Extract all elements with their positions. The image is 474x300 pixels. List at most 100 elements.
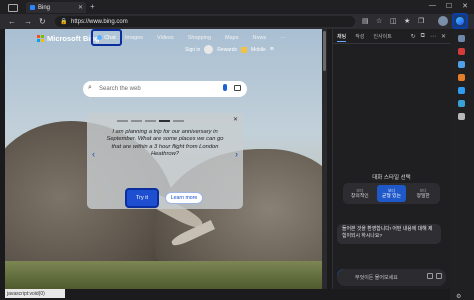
style-precise-button[interactable]: 보다 정밀한 [408,185,438,202]
scrollbar-thumb[interactable] [323,31,326,71]
style-creative-button[interactable]: 보다 창의적인 [345,185,375,202]
url-text: https://www.bing.com [71,18,128,25]
nav-videos[interactable]: Videos [157,35,174,41]
nav-news[interactable]: News [252,35,266,41]
pane-tabs: 채팅 작성 인사이트 [337,33,392,42]
sidebar-settings-icon[interactable]: ⚙ [456,293,461,300]
background-grass [5,261,327,289]
rewards-trophy-icon[interactable] [241,46,248,53]
progress-dot-active [159,120,170,122]
tools-icon[interactable] [458,61,465,68]
microphone-icon[interactable] [223,84,227,91]
mic-icon[interactable] [436,273,442,279]
bing-page: Microsoft Bing Images Videos Shopping Ma… [5,29,327,289]
pane-actions: ↻ ⧉ ⋯ ✕ [411,33,446,40]
back-icon[interactable]: ← [8,17,16,26]
conversation-style-selector: 보다 창의적인 보다 균형 있는 보다 정밀한 [343,183,440,204]
chat-input-placeholder: 무엇이든 물어보세요 [355,275,398,281]
rewards-link[interactable]: Rewards [217,47,237,53]
address-bar[interactable]: 🔒 https://www.bing.com [55,16,355,27]
sign-in-link[interactable]: Sign in [185,47,200,53]
add-app-icon[interactable] [458,113,465,120]
close-pane-icon[interactable]: ✕ [441,33,446,40]
search-rail-icon[interactable] [458,35,465,42]
hamburger-menu-icon[interactable]: ≡ [270,46,274,53]
split-screen-icon[interactable]: ◫ [390,17,397,25]
favorite-icon[interactable]: ☆ [376,17,382,25]
try-it-button[interactable]: Try it [125,188,159,208]
visual-search-icon[interactable] [234,85,241,91]
tab-bing[interactable]: Bing ✕ [26,2,86,13]
divider [333,43,450,44]
style-balanced-button[interactable]: 보다 균형 있는 [376,185,407,202]
tab-compose[interactable]: 작성 [355,33,364,42]
learn-more-button[interactable]: Learn more [165,192,203,204]
nav-maps[interactable]: Maps [225,35,238,41]
account-area: Sign in Rewards Mobile ≡ [185,45,274,54]
nav-chat[interactable]: Chat [91,29,122,46]
style-label: 창의적인 [351,193,369,199]
chat-promo-card: ✕ ‹ › I am planning a trip for our anniv… [87,113,243,209]
favorites-icon[interactable]: ★ [404,17,410,25]
lock-icon[interactable]: 🔒 [60,18,67,25]
chat-input[interactable]: 무엇이든 물어보세요 [337,269,446,286]
maximize-icon[interactable]: ☐ [446,2,452,10]
outlook-icon[interactable] [458,100,465,107]
carousel-progress [117,120,184,122]
tab-title: Bing [38,4,51,11]
minimize-icon[interactable]: — [429,2,436,10]
close-tab-icon[interactable]: ✕ [78,4,83,11]
tab-chat[interactable]: 채팅 [337,33,347,42]
collections-icon[interactable]: ❐ [418,17,424,25]
microsoft-logo-icon [37,35,44,42]
mobile-link[interactable]: Mobile [251,47,266,53]
office-icon[interactable] [458,87,465,94]
close-window-icon[interactable]: ✕ [462,2,468,10]
image-upload-icon[interactable] [427,273,433,279]
composer-tools [427,273,442,279]
close-icon[interactable]: ✕ [233,116,238,123]
address-toolbar: ← → ↻ 🔒 https://www.bing.com ▤ ☆ ◫ ★ ❐ ⋯ [0,14,474,29]
assistant-message: 들어본 것을 환영합니다! 어떤 내용에 대해 제 힘이되시 하시나요? [337,224,441,244]
style-label: 균형 있는 [382,193,401,199]
nav-images[interactable]: Images [125,35,143,41]
search-input[interactable]: ⌕ Search the web [83,81,247,97]
copilot-button[interactable] [452,13,468,29]
refresh-icon[interactable]: ↻ [39,17,46,26]
chat-side-pane: 채팅 작성 인사이트 ↻ ⧉ ⋯ ✕ 대화 스타일 선택 보다 창의적인 보다 … [332,29,450,289]
conversation-style-title: 대화 스타일 선택 [372,175,411,181]
tab-insights[interactable]: 인사이트 [373,33,391,42]
profile-avatar[interactable] [438,16,448,26]
progress-dot [117,120,128,122]
pane-more-icon[interactable]: ⋯ [430,33,436,40]
search-icon: ⌕ [88,84,92,91]
progress-dot [145,120,156,122]
tab-actions-icon[interactable] [8,4,18,12]
nav-shopping[interactable]: Shopping [188,35,211,41]
avatar[interactable] [204,45,214,54]
new-tab-icon[interactable]: + [90,2,95,11]
chevron-left-icon[interactable]: ‹ [92,149,95,159]
nav-more-icon[interactable]: ⋯ [280,35,286,41]
forward-icon[interactable]: → [24,17,32,26]
nav-chat-label: Chat [104,34,116,41]
refresh-pane-icon[interactable]: ↻ [411,33,416,40]
copilot-icon [456,17,464,25]
chat-icon [97,35,103,40]
open-new-tab-icon[interactable]: ⧉ [421,33,425,40]
chevron-right-icon[interactable]: › [235,149,238,159]
reader-icon[interactable]: ▤ [362,17,369,25]
card-prompt-text: I am planning a trip for our anniversary… [106,129,224,158]
sidebar-rail: ⚙ [450,29,474,300]
bing-favicon-icon [30,5,35,10]
tab-strip: Bing ✕ + — ☐ ✕ [0,0,474,14]
status-bar: javascript:void(0) [5,289,65,298]
page-scrollbar[interactable] [322,29,327,289]
window-controls: — ☐ ✕ [429,2,468,10]
style-label: 정밀한 [416,193,430,199]
shopping-icon[interactable] [458,48,465,55]
progress-dot [131,120,142,122]
games-icon[interactable] [458,74,465,81]
progress-dot [173,120,184,122]
search-placeholder: Search the web [99,86,141,92]
